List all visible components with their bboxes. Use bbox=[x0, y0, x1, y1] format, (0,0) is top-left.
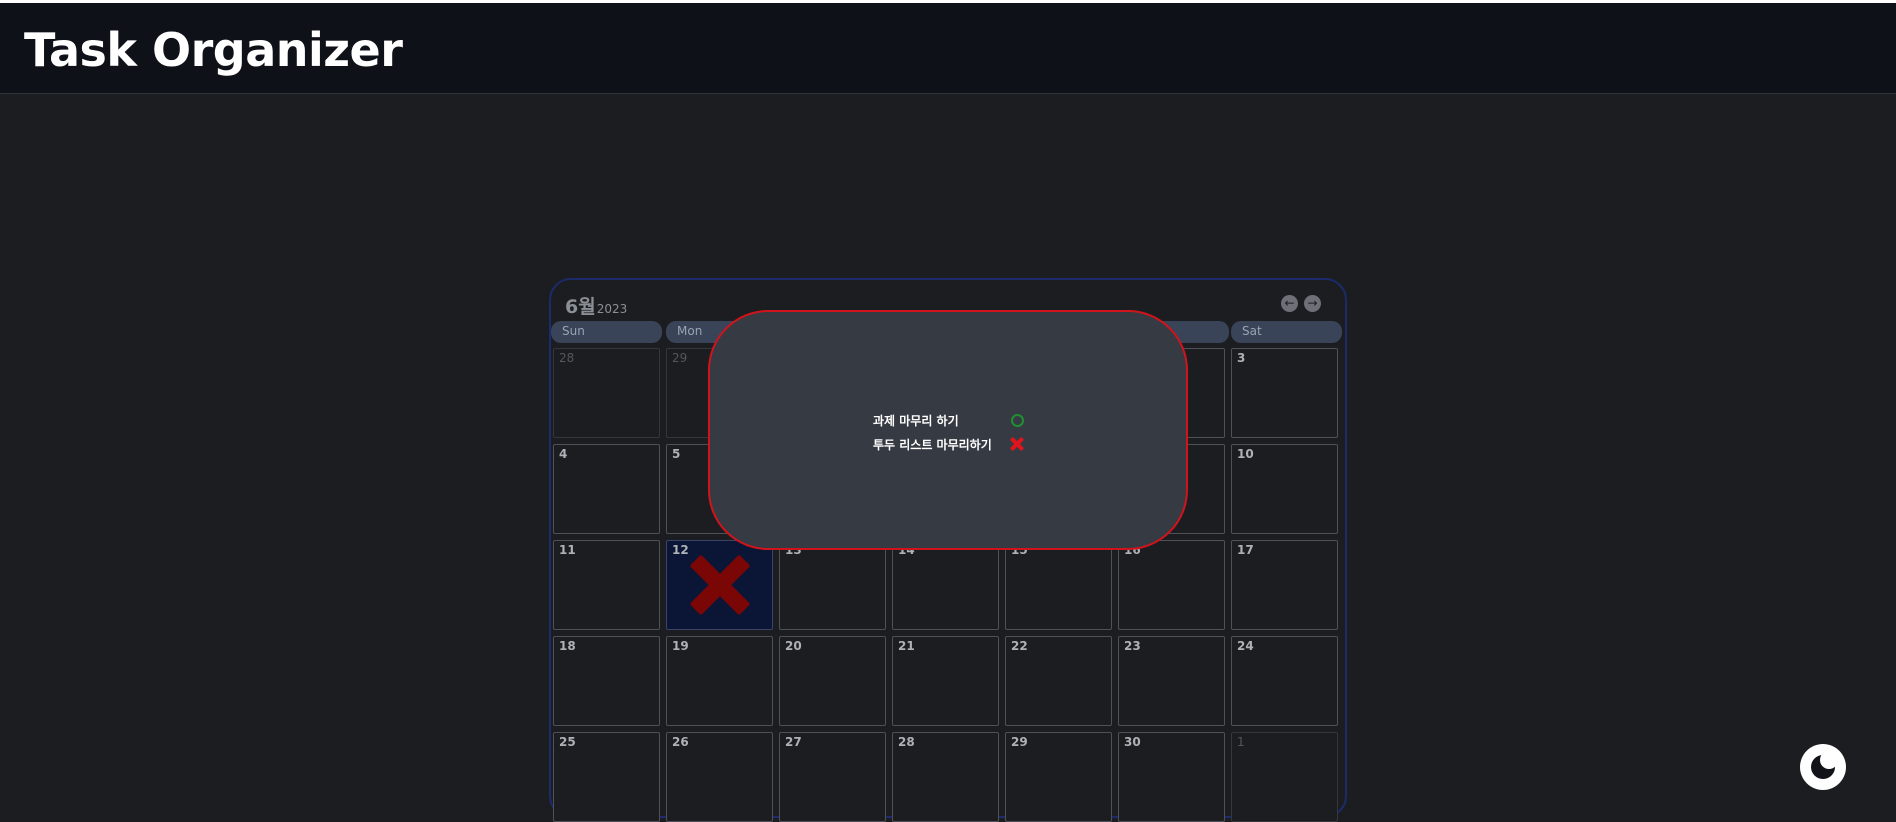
calendar-day[interactable]: 13 bbox=[779, 540, 886, 630]
day-number: 19 bbox=[672, 639, 689, 653]
day-number: 11 bbox=[559, 543, 576, 557]
day-number: 21 bbox=[898, 639, 915, 653]
calendar-month: 6월 bbox=[565, 296, 596, 318]
day-number: 28 bbox=[559, 351, 575, 365]
calendar-day[interactable]: 20 bbox=[779, 636, 886, 726]
task-item-2: 투두 리스트 마무리하기 bbox=[873, 438, 992, 452]
calendar-day[interactable]: 19 bbox=[666, 636, 773, 726]
arrow-right-icon: → bbox=[1307, 296, 1318, 310]
app-header: Task Organizer bbox=[0, 3, 1896, 94]
calendar-day[interactable]: 30 bbox=[1118, 732, 1225, 822]
x-icon bbox=[1009, 436, 1025, 452]
weekday-sat: Sat bbox=[1231, 321, 1342, 343]
day-number: 23 bbox=[1124, 639, 1141, 653]
task-modal: 과제 마무리 하기 투두 리스트 마무리하기 bbox=[708, 310, 1188, 550]
calendar-day[interactable]: 26 bbox=[666, 732, 773, 822]
day-number: 20 bbox=[785, 639, 802, 653]
calendar-day[interactable]: 1 bbox=[1231, 732, 1338, 822]
calendar-year: 2023 bbox=[596, 302, 628, 316]
prev-month-button[interactable]: ← bbox=[1281, 295, 1298, 312]
day-number: 1 bbox=[1237, 735, 1245, 749]
day-number: 3 bbox=[1237, 351, 1246, 365]
calendar-day[interactable]: 17 bbox=[1231, 540, 1338, 630]
theme-toggle-button[interactable] bbox=[1800, 744, 1846, 790]
circle-check-icon bbox=[1011, 414, 1024, 427]
day-number: 27 bbox=[785, 735, 802, 749]
day-number: 12 bbox=[672, 543, 689, 557]
arrow-left-icon: ← bbox=[1284, 296, 1295, 310]
calendar-day[interactable]: 25 bbox=[553, 732, 660, 822]
task-item-1: 과제 마무리 하기 bbox=[873, 414, 959, 428]
day-number: 18 bbox=[559, 639, 576, 653]
moon-icon bbox=[1811, 751, 1838, 779]
calendar-day[interactable]: 21 bbox=[892, 636, 999, 726]
calendar-day[interactable]: 4 bbox=[553, 444, 660, 534]
calendar-day[interactable]: 29 bbox=[1005, 732, 1112, 822]
calendar-day[interactable]: 11 bbox=[553, 540, 660, 630]
day-number: 26 bbox=[672, 735, 689, 749]
calendar-day[interactable]: 23 bbox=[1118, 636, 1225, 726]
calendar-day[interactable]: 28 bbox=[892, 732, 999, 822]
app-title: Task Organizer bbox=[24, 23, 403, 77]
calendar-day[interactable]: 27 bbox=[779, 732, 886, 822]
day-number: 4 bbox=[559, 447, 568, 461]
day-number: 28 bbox=[898, 735, 915, 749]
calendar-day[interactable]: 18 bbox=[553, 636, 660, 726]
calendar-day[interactable]: 12 bbox=[666, 540, 773, 630]
calendar-day[interactable]: 24 bbox=[1231, 636, 1338, 726]
day-number: 22 bbox=[1011, 639, 1028, 653]
next-month-button[interactable]: → bbox=[1304, 295, 1321, 312]
day-number: 17 bbox=[1237, 543, 1254, 557]
failed-x-icon bbox=[689, 554, 751, 616]
day-number: 29 bbox=[1011, 735, 1028, 749]
day-number: 25 bbox=[559, 735, 576, 749]
day-number: 5 bbox=[672, 447, 681, 461]
weekday-sun: Sun bbox=[551, 321, 662, 343]
calendar-day[interactable]: 10 bbox=[1231, 444, 1338, 534]
calendar-header: 6월2023 bbox=[565, 292, 627, 319]
calendar-day[interactable]: 3 bbox=[1231, 348, 1338, 438]
calendar-day[interactable]: 14 bbox=[892, 540, 999, 630]
day-number: 24 bbox=[1237, 639, 1254, 653]
day-number: 30 bbox=[1124, 735, 1141, 749]
calendar-day[interactable]: 16 bbox=[1118, 540, 1225, 630]
day-number: 29 bbox=[672, 351, 688, 365]
calendar-day[interactable]: 28 bbox=[553, 348, 660, 438]
calendar-day[interactable]: 22 bbox=[1005, 636, 1112, 726]
day-number: 10 bbox=[1237, 447, 1254, 461]
calendar-day[interactable]: 15 bbox=[1005, 540, 1112, 630]
